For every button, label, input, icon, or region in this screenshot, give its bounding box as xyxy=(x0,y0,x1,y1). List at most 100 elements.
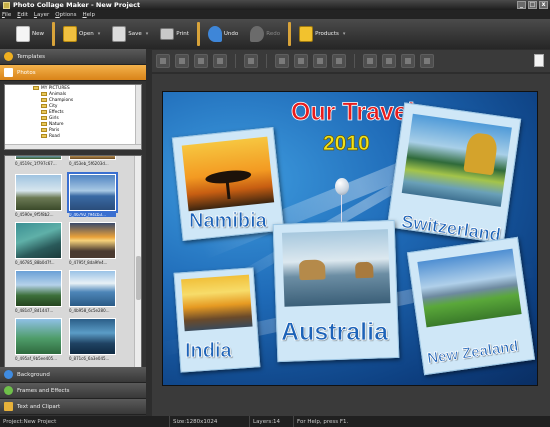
label-australia[interactable]: Australia xyxy=(281,318,389,347)
folder-tree[interactable]: MY PICTURES Animals Champions City Effec… xyxy=(4,84,142,150)
save-button[interactable]: Save ▾ xyxy=(106,21,154,47)
flip-horizontal-icon[interactable] xyxy=(275,54,289,68)
balloon-clipart[interactable] xyxy=(335,178,349,195)
thumbnail-item[interactable]: 0_481d7_8d1447... xyxy=(15,270,62,314)
folder-icon xyxy=(63,26,77,42)
canvas-area: Our Travels 2010 Namibia Switzerland Aus… xyxy=(152,74,550,416)
thumbnail-caption: 0_4b958_6c5e280... xyxy=(69,308,110,313)
folder-icon xyxy=(41,104,47,108)
menu-layer[interactable]: Layer xyxy=(34,12,49,18)
rock-formation xyxy=(298,259,326,281)
redo-button[interactable]: Redo xyxy=(244,21,286,47)
menu-bar: File Edit Layer Options Help xyxy=(0,10,550,19)
menu-help[interactable]: Help xyxy=(83,12,96,18)
thumbnail-caption: 0_4590e_9f5f8b2... xyxy=(15,212,54,217)
thumbnail-item[interactable]: 0_46785_88b0d7f... xyxy=(15,222,62,266)
background-section: Background xyxy=(0,367,146,383)
products-box-icon xyxy=(299,26,314,42)
delete-icon[interactable] xyxy=(363,54,377,68)
background-label: Background xyxy=(17,371,50,378)
background-icon xyxy=(4,370,13,379)
thumbnail-image xyxy=(69,270,116,307)
lock-icon[interactable] xyxy=(420,54,434,68)
save-label: Save xyxy=(128,31,142,37)
close-button[interactable]: x xyxy=(539,1,548,9)
frames-icon xyxy=(4,386,13,395)
toolbar-separator xyxy=(288,22,292,46)
print-button[interactable]: Print xyxy=(154,21,195,47)
flip-vertical-icon[interactable] xyxy=(294,54,308,68)
app-icon xyxy=(3,1,10,9)
open-button[interactable]: Open ▾ xyxy=(57,21,106,47)
maximize-button[interactable]: □ xyxy=(528,1,537,9)
undo-button[interactable]: Undo xyxy=(202,21,244,47)
chevron-down-icon[interactable]: ▾ xyxy=(146,31,149,37)
bring-to-front-icon[interactable] xyxy=(194,54,208,68)
send-to-back-icon[interactable] xyxy=(213,54,227,68)
tree-label: Paris xyxy=(49,127,60,133)
toolbar-separator xyxy=(266,54,267,68)
mirror-icon[interactable] xyxy=(313,54,327,68)
status-help: For Help, press F1. xyxy=(297,418,349,425)
autumn-tree xyxy=(463,131,499,176)
folder-icon xyxy=(41,128,47,132)
text-section: Text and Clipart xyxy=(0,399,146,415)
label-namibia[interactable]: Namibia xyxy=(189,210,268,233)
toolbar-separator xyxy=(52,22,55,46)
thumbnail-item[interactable]: 0_495af_9b5ee405... xyxy=(15,318,62,362)
settings-gear-icon[interactable] xyxy=(401,54,415,68)
tree-label: Animals xyxy=(49,91,67,97)
thumbnail-caption: 0_4519c_1f797c67... xyxy=(15,161,57,166)
thumbnail-caption: 0_453eb_5f6203d... xyxy=(69,161,109,166)
photo-australia xyxy=(281,229,391,307)
chevron-down-icon[interactable]: ▾ xyxy=(343,31,346,37)
rotate-icon[interactable] xyxy=(332,54,346,68)
label-india[interactable]: India xyxy=(185,340,232,363)
thumbnail-item[interactable]: 0_871c6_6a3e045... xyxy=(69,318,116,362)
bring-forward-icon[interactable] xyxy=(156,54,170,68)
tree-horizontal-scrollbar[interactable] xyxy=(5,144,141,149)
thumbnail-item-selected[interactable]: 0_46792_f94cb3... xyxy=(67,172,118,218)
thumbnail-item[interactable]: 0_4b958_6c5e280... xyxy=(69,270,116,314)
scrollbar-thumb[interactable] xyxy=(136,256,141,300)
new-button[interactable]: New xyxy=(10,21,50,47)
save-disk-icon xyxy=(112,26,127,42)
photos-section-header[interactable]: Photos xyxy=(0,65,146,81)
thumbnail-image xyxy=(69,318,116,355)
folder-icon xyxy=(41,110,47,114)
minimize-button[interactable]: _ xyxy=(517,1,526,9)
frames-section: Frames and Effects xyxy=(0,383,146,399)
thumbnail-image xyxy=(67,172,118,213)
crop-icon[interactable] xyxy=(382,54,396,68)
thumbnail-image xyxy=(15,222,62,259)
redo-arrow-icon xyxy=(250,26,265,42)
folder-icon xyxy=(33,86,39,90)
templates-section-header[interactable]: Templates xyxy=(0,49,146,65)
new-document-icon xyxy=(16,26,30,42)
menu-edit[interactable]: Edit xyxy=(17,12,28,18)
folder-icon xyxy=(41,122,47,126)
status-layers: Layers:14 xyxy=(250,416,294,427)
align-icon[interactable] xyxy=(244,54,258,68)
collage-canvas[interactable]: Our Travels 2010 Namibia Switzerland Aus… xyxy=(162,91,538,386)
star-icon xyxy=(4,52,13,61)
frames-section-header[interactable]: Frames and Effects xyxy=(0,383,146,399)
send-backward-icon[interactable] xyxy=(175,54,189,68)
thumbnail-item[interactable]: 0_4590e_9f5f8b2... xyxy=(15,174,62,218)
folder-icon xyxy=(41,92,47,96)
thumbnail-item[interactable]: 0_4795f_8da9fe4... xyxy=(69,222,116,266)
title-bar: Photo Collage Maker - New Project _ □ x xyxy=(0,0,550,10)
tree-item[interactable]: Road xyxy=(5,133,141,139)
tree-vertical-scrollbar[interactable] xyxy=(135,85,141,149)
background-section-header[interactable]: Background xyxy=(0,367,146,383)
menu-file[interactable]: File xyxy=(2,12,11,18)
collage-year[interactable]: 2010 xyxy=(323,132,370,156)
window-controls: _ □ x xyxy=(517,1,548,9)
text-clipart-section-header[interactable]: Text and Clipart xyxy=(0,399,146,415)
menu-options[interactable]: Options xyxy=(55,12,76,18)
products-button[interactable]: Products ▾ xyxy=(293,21,351,47)
folder-icon xyxy=(41,98,47,102)
thumbnail-caption: 0_871c6_6a3e045... xyxy=(69,356,110,361)
chevron-down-icon[interactable]: ▾ xyxy=(98,31,101,37)
page-icon[interactable] xyxy=(534,54,544,67)
